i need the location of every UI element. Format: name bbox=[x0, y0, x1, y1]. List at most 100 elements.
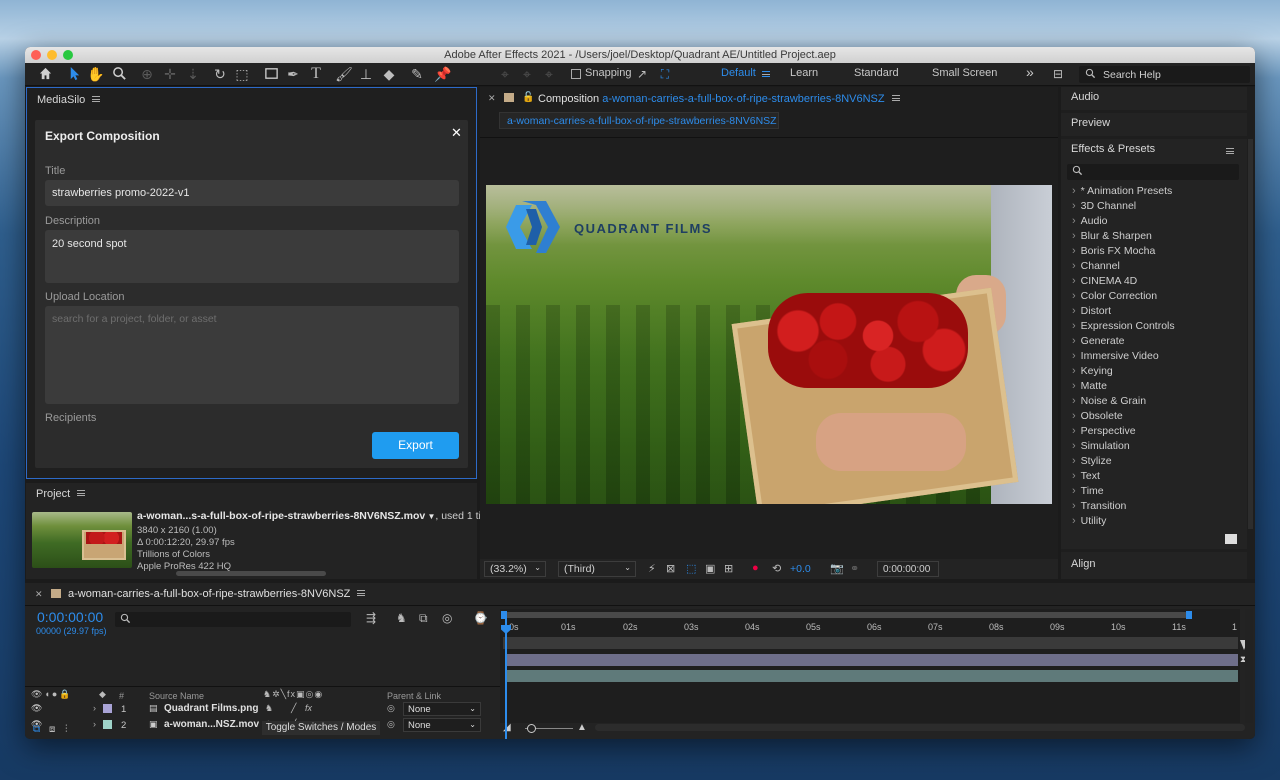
dolly-camera-icon[interactable]: ⇣ bbox=[183, 65, 203, 83]
orbit-camera-icon[interactable]: ⊕ bbox=[137, 65, 157, 83]
type-tool-icon[interactable]: T bbox=[306, 65, 326, 83]
effect-category[interactable]: Noise & Grain bbox=[1072, 395, 1146, 407]
axis-view-icon[interactable]: ⌖ bbox=[539, 65, 559, 83]
effect-category[interactable]: Immersive Video bbox=[1072, 350, 1159, 362]
effect-category[interactable]: Time bbox=[1072, 485, 1104, 497]
graph-editor-icon[interactable]: ⌚ bbox=[473, 611, 488, 625]
comp-navigator-bar[interactable] bbox=[503, 637, 1238, 649]
current-timecode[interactable]: 0:00:00:00 bbox=[37, 609, 103, 625]
brush-tool-icon[interactable]: 🖌 bbox=[334, 65, 354, 83]
timeline-tab[interactable]: a-woman-carries-a-full-box-of-ripe-straw… bbox=[68, 588, 366, 600]
shy-icon[interactable]: ♞ bbox=[265, 703, 273, 714]
effect-category[interactable]: Matte bbox=[1072, 380, 1107, 392]
new-folder-icon[interactable] bbox=[1225, 534, 1237, 544]
effects-scrollbar[interactable] bbox=[1248, 139, 1253, 529]
mediasilo-panel-title[interactable]: MediaSilo bbox=[37, 94, 101, 106]
mask-visibility-icon[interactable]: ⬚ bbox=[686, 562, 696, 575]
workspace-standard[interactable]: Standard bbox=[854, 67, 899, 79]
effect-category[interactable]: Expression Controls bbox=[1072, 320, 1175, 332]
pan-camera-icon[interactable]: ✛ bbox=[160, 65, 180, 83]
close-tab-icon[interactable]: ✕ bbox=[488, 93, 496, 104]
effect-category[interactable]: Transition bbox=[1072, 500, 1127, 512]
layer-label-color[interactable] bbox=[103, 704, 112, 713]
effect-category[interactable]: Utility bbox=[1072, 515, 1107, 527]
effect-category[interactable]: Simulation bbox=[1072, 440, 1130, 452]
layer-2-track[interactable] bbox=[505, 670, 1238, 682]
viewer-timecode[interactable]: 0:00:00:00 bbox=[877, 561, 939, 577]
expand-chevron-icon[interactable]: › bbox=[93, 703, 96, 713]
layer-name[interactable]: Quadrant Films.png bbox=[164, 703, 258, 714]
timeline-horizontal-scrollbar[interactable] bbox=[595, 724, 1245, 731]
show-snapshot-icon[interactable]: ⚭ bbox=[850, 562, 859, 575]
effect-category[interactable]: Blur & Sharpen bbox=[1072, 230, 1152, 242]
workspace-default[interactable]: Default bbox=[721, 67, 756, 79]
project-panel-title[interactable]: Project bbox=[36, 488, 86, 500]
axis-local-icon[interactable]: ⌖ bbox=[495, 65, 515, 83]
rotation-tool-icon[interactable]: ↻ bbox=[210, 65, 230, 83]
minimize-window-button[interactable] bbox=[47, 50, 57, 60]
hide-shy-layers-icon[interactable]: ♞ bbox=[396, 611, 407, 625]
snapshot-icon[interactable]: 📷 bbox=[830, 562, 844, 575]
panel-menu-icon[interactable] bbox=[357, 590, 366, 596]
workspace-learn[interactable]: Learn bbox=[790, 67, 818, 79]
quality-icon[interactable]: ╱ bbox=[291, 703, 296, 714]
toggle-switches-modes-button[interactable]: Toggle Switches / Modes bbox=[262, 721, 380, 735]
effect-category[interactable]: * Animation Presets bbox=[1072, 185, 1173, 197]
layer-1-track[interactable] bbox=[505, 654, 1238, 666]
zoom-tool-icon[interactable] bbox=[109, 65, 129, 83]
project-item[interactable]: a-woman...s-a-full-box-of-ripe-strawberr… bbox=[137, 510, 495, 522]
work-area-bar[interactable] bbox=[503, 612, 1188, 618]
pen-tool-icon[interactable]: ✒ bbox=[283, 65, 303, 83]
guides-icon[interactable]: ⊞ bbox=[724, 562, 733, 575]
layer-switches-icon[interactable]: ⧉ bbox=[33, 724, 40, 735]
effect-category[interactable]: Channel bbox=[1072, 260, 1120, 272]
snap-features-icon[interactable]: ⛶ bbox=[655, 65, 675, 83]
eraser-tool-icon[interactable]: ◆ bbox=[379, 65, 399, 83]
panel-menu-icon[interactable] bbox=[77, 490, 86, 496]
close-window-button[interactable] bbox=[31, 50, 41, 60]
effect-category[interactable]: Distort bbox=[1072, 305, 1111, 317]
rectangle-tool-icon[interactable] bbox=[261, 65, 281, 83]
work-area-end-handle[interactable] bbox=[1186, 611, 1192, 619]
effect-category[interactable]: CINEMA 4D bbox=[1072, 275, 1138, 287]
composition-viewer[interactable]: QUADRANT FILMS bbox=[486, 185, 1052, 504]
zoom-dropdown[interactable]: (33.2%) ⌄ bbox=[484, 561, 546, 577]
composition-mini-flowchart-icon[interactable]: ⇶ bbox=[366, 611, 376, 625]
effect-category[interactable]: Generate bbox=[1072, 335, 1125, 347]
panel-menu-icon[interactable] bbox=[891, 95, 900, 101]
composition-subtab[interactable]: a-woman-carries-a-full-box-of-ripe-straw… bbox=[499, 112, 779, 129]
description-field[interactable]: 20 second spot bbox=[45, 230, 459, 283]
reset-exposure-icon[interactable]: ⟲ bbox=[772, 562, 781, 575]
transfer-controls-icon[interactable]: ⧈ bbox=[49, 724, 55, 735]
effect-category[interactable]: 3D Channel bbox=[1072, 200, 1136, 212]
panel-menu-icon[interactable] bbox=[92, 96, 101, 102]
workspace-overflow-icon[interactable]: » bbox=[1026, 64, 1034, 80]
axis-world-icon[interactable]: ⌖ bbox=[517, 65, 537, 83]
zoom-window-button[interactable] bbox=[63, 50, 73, 60]
effect-category[interactable]: Color Correction bbox=[1072, 290, 1157, 302]
in-out-icon[interactable]: ⫶ bbox=[65, 724, 68, 735]
visibility-icon[interactable]: 👁 bbox=[31, 703, 42, 714]
parent-dropdown[interactable]: None ⌄ bbox=[403, 702, 481, 716]
export-button[interactable]: Export bbox=[372, 432, 459, 459]
column-source-name[interactable]: Source Name bbox=[149, 691, 204, 701]
clone-stamp-tool-icon[interactable]: ⊥ bbox=[356, 65, 376, 83]
effect-category[interactable]: Text bbox=[1072, 470, 1100, 482]
workspace-small-screen[interactable]: Small Screen bbox=[932, 67, 997, 79]
close-icon[interactable]: ✕ bbox=[451, 125, 462, 141]
composition-tab[interactable]: Composition a-woman-carries-a-full-box-o… bbox=[538, 93, 900, 105]
align-panel-title[interactable]: Align bbox=[1071, 558, 1095, 570]
workspace-menu-icon[interactable] bbox=[762, 69, 770, 81]
frame-blending-icon[interactable]: ⧉ bbox=[419, 611, 428, 626]
effect-category[interactable]: Obsolete bbox=[1072, 410, 1123, 422]
timeline-search-input[interactable] bbox=[115, 612, 351, 627]
puppet-tool-icon[interactable]: 📌 bbox=[433, 65, 453, 83]
preview-panel-title[interactable]: Preview bbox=[1071, 117, 1110, 129]
snapping-checkbox[interactable] bbox=[571, 69, 581, 79]
zoom-in-icon[interactable]: ▲ bbox=[577, 722, 587, 733]
effect-category[interactable]: Keying bbox=[1072, 365, 1113, 377]
pickwhip-icon[interactable]: ◎ bbox=[387, 703, 395, 714]
pan-behind-tool-icon[interactable]: ⬚ bbox=[232, 65, 252, 83]
effects-panel-title[interactable]: Effects & Presets bbox=[1071, 143, 1155, 155]
lock-icon[interactable]: 🔓 bbox=[522, 92, 534, 103]
